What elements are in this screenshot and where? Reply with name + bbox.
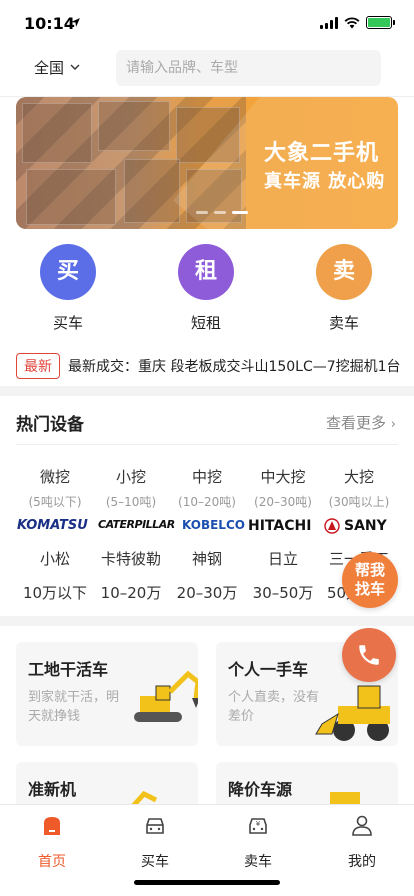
tonnage-name: 大挖 bbox=[343, 468, 374, 486]
excavator-illustration bbox=[134, 670, 198, 722]
quick-entry-label: 短租 bbox=[190, 314, 221, 332]
battery-icon bbox=[366, 16, 395, 29]
cellular-signal-icon bbox=[320, 16, 338, 29]
region-selector[interactable]: 全国 bbox=[34, 57, 80, 78]
home-indicator bbox=[134, 880, 280, 885]
buy-icon: 买 bbox=[40, 244, 96, 300]
region-label: 全国 bbox=[34, 59, 65, 77]
fab-line: 找车 bbox=[354, 580, 385, 598]
tonnage-small[interactable]: 小挖 (5–10吨) bbox=[91, 466, 171, 510]
sell-icon: 卖 bbox=[316, 244, 372, 300]
tab-label: 卖车 bbox=[244, 854, 272, 870]
komatsu-logo[interactable]: KOMATSU bbox=[17, 518, 88, 533]
hitachi-logo[interactable]: HITACHI bbox=[248, 518, 311, 534]
section-separator bbox=[0, 386, 414, 396]
banner-dot-active bbox=[232, 211, 248, 214]
price-range[interactable]: 10万以下 bbox=[15, 582, 95, 603]
quick-entry-rent[interactable]: 租 短租 bbox=[171, 244, 241, 333]
card-description: 个人直卖，没有差价 bbox=[228, 690, 320, 724]
tonnage-range: (20–30吨) bbox=[254, 495, 312, 509]
card-title: 降价车源 bbox=[228, 780, 293, 799]
latest-deal-ticker[interactable]: 最新 最新成交：重庆 段老板成交斗山150LC—7挖掘机1台 bbox=[16, 352, 414, 380]
section-divider bbox=[16, 444, 398, 445]
profile-icon bbox=[352, 815, 372, 836]
kobelco-logo[interactable]: KOBELCO bbox=[182, 518, 245, 532]
banner-dot bbox=[196, 211, 208, 214]
status-indicators bbox=[320, 16, 395, 29]
status-bar: 10:14 bbox=[0, 0, 414, 44]
latest-tag: 最新 bbox=[16, 353, 60, 379]
rent-icon: 租 bbox=[178, 244, 234, 300]
chevron-down-icon bbox=[70, 64, 80, 70]
help-find-car-button[interactable]: 帮我 找车 bbox=[342, 552, 398, 608]
tab-label: 我的 bbox=[348, 854, 376, 870]
see-more-link[interactable]: 查看更多 › bbox=[326, 412, 396, 433]
phone-icon bbox=[359, 645, 379, 665]
chevron-right-icon: › bbox=[390, 417, 396, 432]
latest-deal-text: 最新成交：重庆 段老板成交斗山150LC—7挖掘机1台 bbox=[68, 359, 401, 375]
car-icon bbox=[146, 818, 164, 834]
tonnage-name: 微挖 bbox=[39, 468, 70, 486]
loader-illustration bbox=[315, 685, 390, 741]
tab-label: 首页 bbox=[38, 854, 66, 870]
tonnage-range: (10–20吨) bbox=[178, 495, 236, 509]
card-construction-ready[interactable]: 工地干活车 到家就干活，明天就挣钱 bbox=[16, 642, 198, 746]
tonnage-range: (30吨以上) bbox=[328, 495, 390, 509]
banner-dot bbox=[214, 211, 226, 214]
search-box[interactable] bbox=[116, 50, 381, 86]
tonnage-name: 小挖 bbox=[115, 468, 146, 486]
phone-call-button[interactable] bbox=[342, 628, 396, 682]
tab-label: 买车 bbox=[141, 854, 169, 870]
quick-entry-buy[interactable]: 买 买车 bbox=[33, 244, 103, 333]
card-title: 工地干活车 bbox=[28, 660, 109, 679]
brand-name[interactable]: 小松 bbox=[15, 548, 95, 569]
card-title: 准新机 bbox=[28, 780, 77, 799]
quick-entry-label: 卖车 bbox=[328, 314, 359, 332]
wifi-icon bbox=[344, 16, 360, 28]
brand-name[interactable]: 日立 bbox=[243, 548, 323, 569]
quick-entry-sell[interactable]: 卖 卖车 bbox=[309, 244, 379, 333]
search-input[interactable] bbox=[116, 50, 381, 86]
tab-home[interactable]: 首页 bbox=[12, 813, 92, 871]
tonnage-name: 中大挖 bbox=[260, 468, 306, 486]
tab-sell[interactable]: ¥ 卖车 bbox=[218, 813, 298, 871]
section-separator bbox=[0, 616, 414, 626]
promo-banner[interactable]: 大象二手机 真车源 放心购 bbox=[16, 97, 398, 229]
card-description: 到家就干活，明天就挣钱 bbox=[28, 690, 120, 724]
fab-line: 帮我 bbox=[354, 561, 385, 579]
tonnage-medium[interactable]: 中挖 (10–20吨) bbox=[167, 466, 247, 510]
price-range[interactable]: 30–50万 bbox=[243, 582, 323, 603]
tonnage-range: (5吨以下) bbox=[28, 495, 82, 509]
hot-equipment-title: 热门设备 bbox=[16, 415, 84, 435]
card-title: 个人一手车 bbox=[228, 660, 309, 679]
caterpillar-logo[interactable]: CATERPILLAR bbox=[98, 518, 175, 531]
home-icon bbox=[44, 817, 60, 835]
brand-name[interactable]: 神钢 bbox=[167, 548, 247, 569]
tonnage-range: (5–10吨) bbox=[105, 495, 157, 509]
svg-text:¥: ¥ bbox=[256, 820, 261, 828]
sany-emblem-icon bbox=[324, 518, 340, 534]
tonnage-mini[interactable]: 微挖 (5吨以下) bbox=[15, 466, 95, 510]
quick-entry-label: 买车 bbox=[52, 314, 83, 332]
banner-subtitle: 真车源 放心购 bbox=[264, 171, 386, 192]
price-range[interactable]: 20–30万 bbox=[167, 582, 247, 603]
price-range[interactable]: 10–20万 bbox=[91, 582, 171, 603]
tonnage-name: 中挖 bbox=[191, 468, 222, 486]
sany-logo[interactable]: SANY bbox=[344, 518, 387, 534]
banner-pagination bbox=[196, 211, 248, 214]
tonnage-large[interactable]: 大挖 (30吨以上) bbox=[319, 466, 399, 510]
status-time: 10:14 bbox=[24, 14, 75, 33]
tab-buy[interactable]: 买车 bbox=[115, 813, 195, 871]
brand-name[interactable]: 卡特彼勒 bbox=[91, 548, 171, 569]
tonnage-medium-large[interactable]: 中大挖 (20–30吨) bbox=[243, 466, 323, 510]
tab-profile[interactable]: 我的 bbox=[322, 813, 402, 871]
sell-car-icon: ¥ bbox=[249, 818, 267, 834]
see-more-label: 查看更多 bbox=[326, 414, 387, 432]
location-arrow-icon bbox=[71, 18, 80, 27]
banner-title: 大象二手机 bbox=[264, 141, 380, 166]
